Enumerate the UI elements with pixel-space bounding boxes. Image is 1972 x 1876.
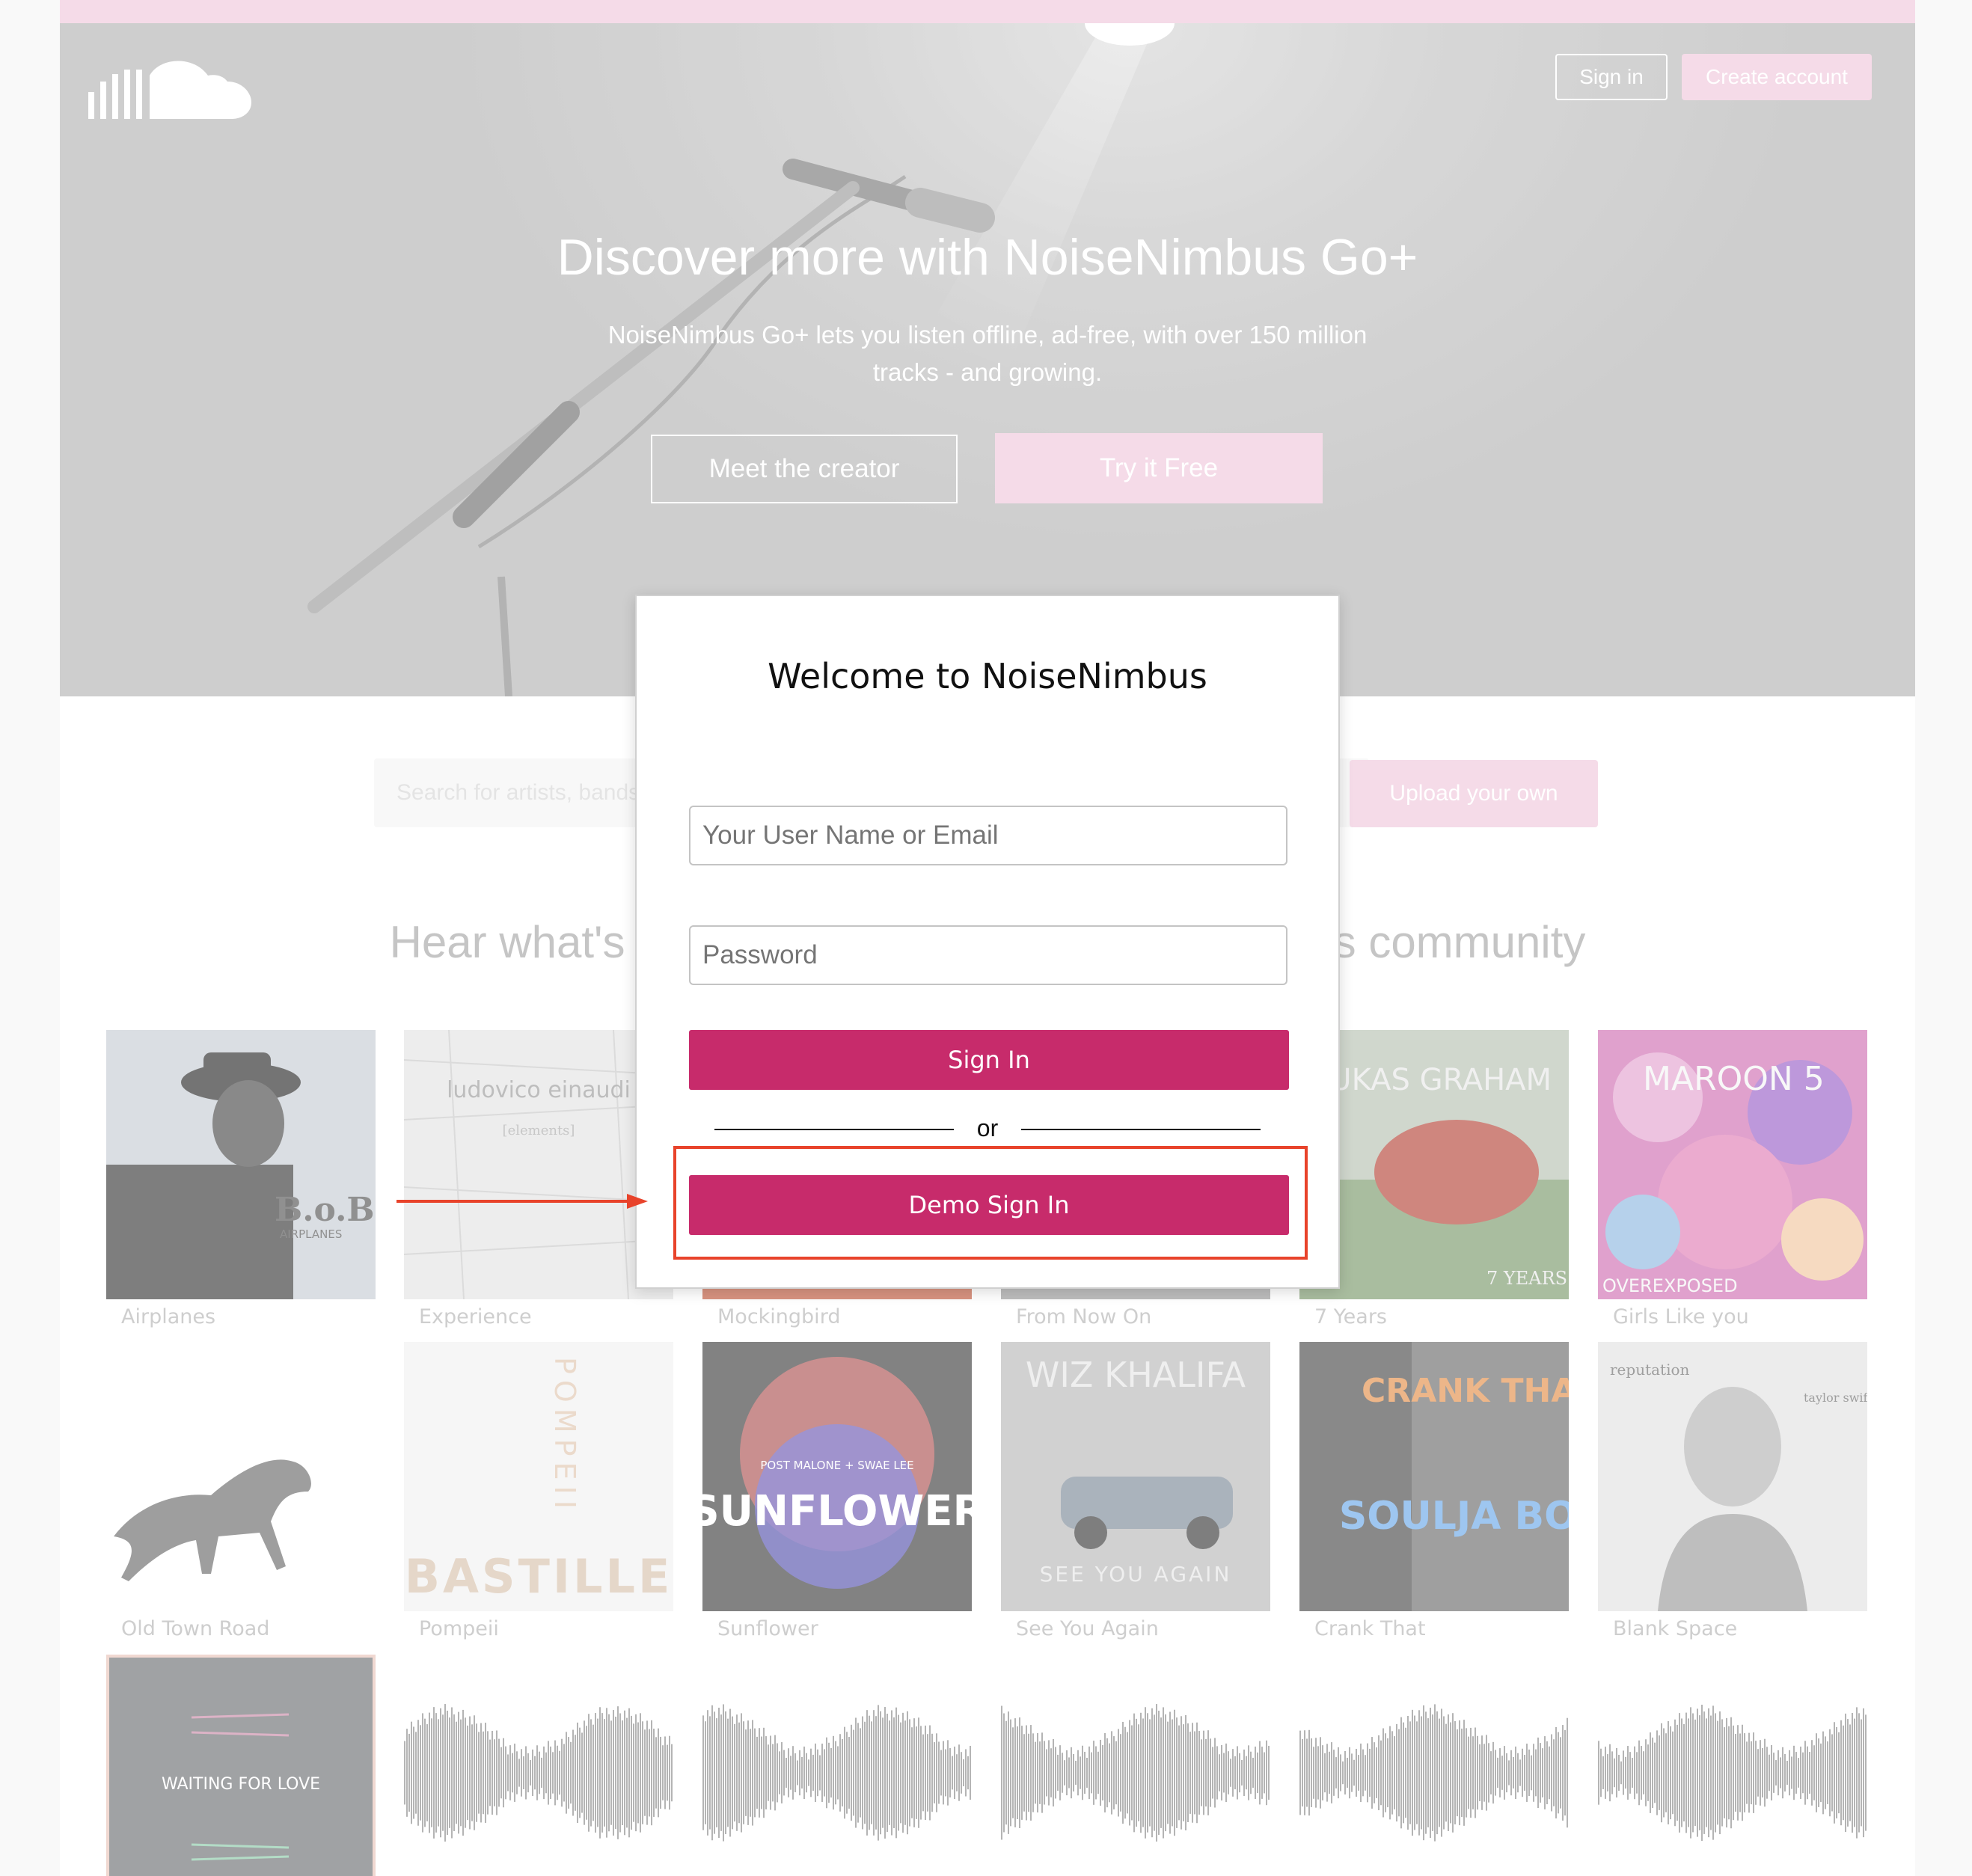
username-email-input[interactable] <box>689 806 1287 865</box>
divider-right <box>1021 1129 1261 1130</box>
password-input[interactable] <box>689 925 1287 985</box>
sign-in-button[interactable]: Sign In <box>689 1030 1289 1090</box>
modal-title: Welcome to NoiseNimbus <box>768 656 1207 696</box>
annotation-arrow-icon <box>396 1194 648 1209</box>
demo-sign-in-highlight-box <box>673 1146 1308 1260</box>
